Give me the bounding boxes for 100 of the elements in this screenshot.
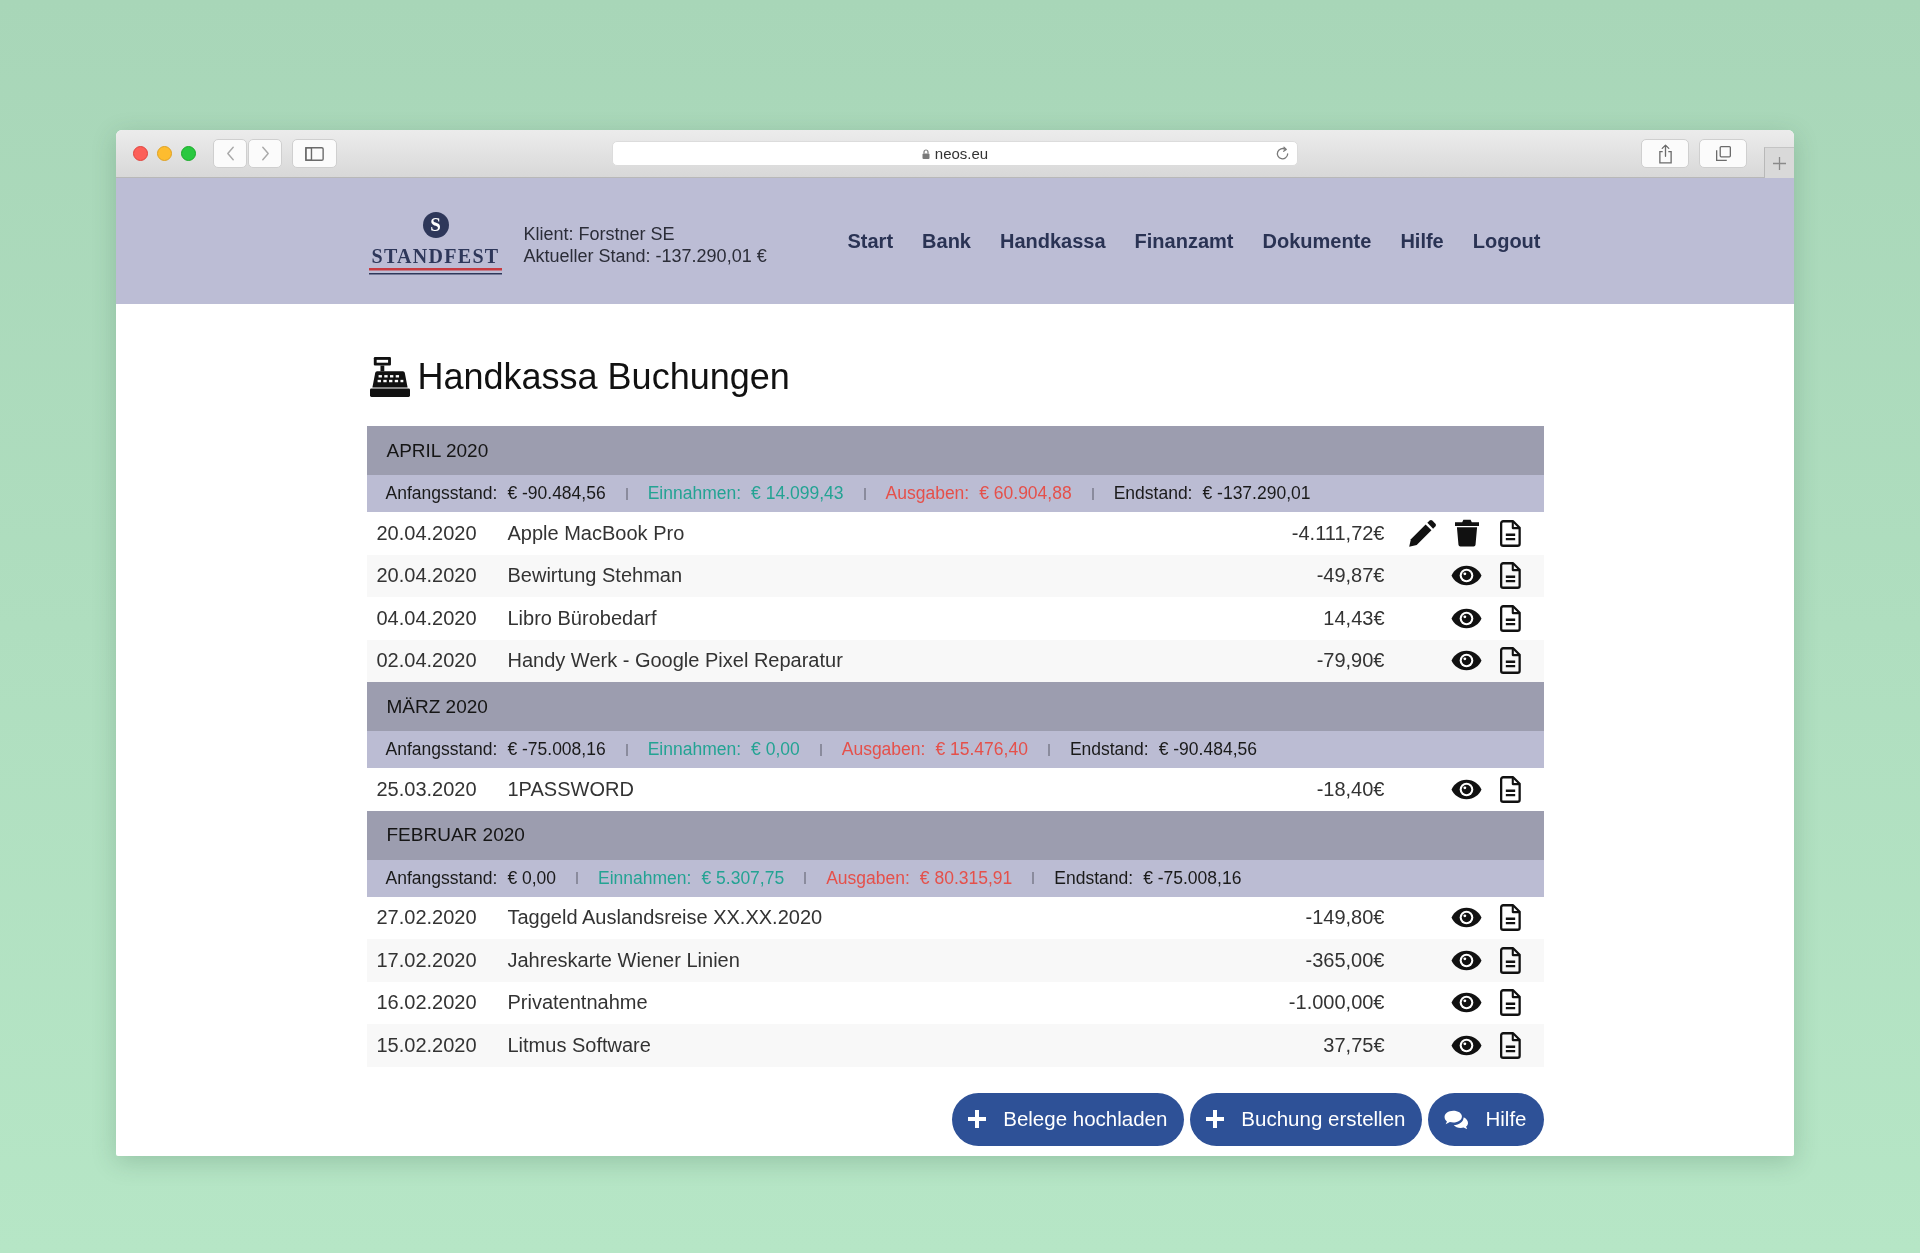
eye-icon[interactable] bbox=[1451, 992, 1482, 1014]
reload-icon[interactable] bbox=[1275, 146, 1290, 161]
nav-link[interactable]: Logout bbox=[1472, 229, 1541, 253]
address-bar[interactable]: neos.eu bbox=[612, 141, 1298, 166]
document-icon[interactable] bbox=[1500, 519, 1521, 547]
summary-value: € 60.904,88 bbox=[979, 483, 1072, 504]
summary-label: Einnahmen: bbox=[598, 867, 692, 889]
sidebar-icon bbox=[305, 146, 324, 161]
current-balance: Aktueller Stand: -137.290,01 € bbox=[523, 245, 767, 267]
nav-link[interactable]: Finanzamt bbox=[1134, 229, 1234, 253]
plus-icon bbox=[1773, 156, 1786, 170]
close-window-icon[interactable] bbox=[133, 146, 148, 161]
summary-label: Einnahmen: bbox=[647, 739, 742, 760]
booking-amount: -149,80€ bbox=[1305, 906, 1385, 930]
booking-amount: -18,40€ bbox=[1316, 777, 1385, 801]
document-icon[interactable] bbox=[1500, 904, 1521, 932]
summary-label: Anfangsstand: bbox=[385, 483, 498, 504]
document-icon[interactable] bbox=[1500, 647, 1521, 675]
summary-value: € 5.307,75 bbox=[701, 867, 785, 889]
nav-link[interactable]: Start bbox=[847, 229, 894, 253]
document-icon[interactable] bbox=[1500, 775, 1521, 803]
document-icon[interactable] bbox=[1500, 562, 1521, 590]
booking-description: Libro Bürobedarf bbox=[507, 606, 658, 630]
tabs-icon bbox=[1715, 146, 1731, 161]
logo-monogram: S bbox=[422, 211, 449, 238]
summary-value: € -137.290,01 bbox=[1202, 483, 1311, 504]
summary-label: Ausgaben: bbox=[841, 739, 926, 760]
eye-icon[interactable] bbox=[1451, 907, 1482, 929]
sidebar-button[interactable] bbox=[292, 139, 337, 168]
booking-date: 17.02.2020 bbox=[376, 948, 478, 972]
document-icon[interactable] bbox=[1500, 989, 1521, 1017]
summary-value: € -90.484,56 bbox=[1158, 739, 1257, 760]
eye-icon[interactable] bbox=[1451, 1034, 1482, 1056]
eye-icon[interactable] bbox=[1451, 565, 1482, 587]
tabs-button[interactable] bbox=[1699, 139, 1747, 168]
booking-amount: -79,90€ bbox=[1316, 649, 1385, 673]
booking-description: Jahreskarte Wiener Linien bbox=[507, 948, 741, 972]
upload-button[interactable]: Belege hochladen bbox=[952, 1092, 1185, 1146]
pencil-icon[interactable] bbox=[1408, 518, 1437, 548]
booking-description: 1PASSWORD bbox=[507, 777, 635, 801]
booking-date: 02.04.2020 bbox=[376, 649, 478, 673]
client-name: Klient: Forstner SE bbox=[523, 223, 676, 245]
booking-amount: 14,43€ bbox=[1323, 606, 1385, 630]
month-header: MÄRZ 2020 bbox=[366, 682, 1544, 731]
summary-value: € 0,00 bbox=[751, 739, 800, 760]
eye-icon[interactable] bbox=[1451, 650, 1482, 672]
booking-date: 04.04.2020 bbox=[376, 606, 478, 630]
chevron-right-icon bbox=[260, 146, 270, 161]
summary-value: € -75.008,16 bbox=[507, 739, 606, 760]
summary-value: € -90.484,56 bbox=[507, 483, 606, 504]
month-header: APRIL 2020 bbox=[366, 426, 1544, 475]
summary-label: Anfangsstand: bbox=[385, 867, 498, 889]
summary-value: € 80.315,91 bbox=[919, 867, 1013, 889]
page-title: Handkassa Buchungen bbox=[417, 355, 790, 398]
create-booking-button[interactable]: Buchung erstellen bbox=[1190, 1092, 1423, 1146]
chat-bubbles-icon bbox=[1444, 1109, 1469, 1129]
nav-link[interactable]: Dokumente bbox=[1262, 229, 1372, 253]
summary-value: € 14.099,43 bbox=[751, 483, 844, 504]
share-button[interactable] bbox=[1641, 139, 1689, 168]
trash-icon[interactable] bbox=[1454, 519, 1479, 548]
nav-link[interactable]: Bank bbox=[922, 229, 971, 253]
summary-value: € 15.476,40 bbox=[935, 739, 1028, 760]
month-header: FEBRUAR 2020 bbox=[366, 810, 1544, 860]
booking-description: Apple MacBook Pro bbox=[507, 521, 686, 545]
plus-icon bbox=[968, 1110, 987, 1128]
help-button[interactable]: Hilfe bbox=[1428, 1092, 1544, 1146]
booking-amount: -4.111,72€ bbox=[1291, 521, 1385, 545]
booking-description: Taggeld Auslandsreise XX.XX.2020 bbox=[507, 906, 824, 930]
booking-date: 27.02.2020 bbox=[376, 906, 478, 930]
booking-description: Privatentnahme bbox=[507, 991, 649, 1015]
booking-amount: -365,00€ bbox=[1305, 948, 1385, 972]
summary-value: € 0,00 bbox=[507, 867, 557, 889]
booking-date: 20.04.2020 bbox=[376, 521, 478, 545]
eye-icon[interactable] bbox=[1451, 949, 1482, 971]
url-text: neos.eu bbox=[934, 145, 989, 162]
booking-date: 20.04.2020 bbox=[376, 564, 478, 588]
chevron-left-icon bbox=[225, 146, 235, 161]
lock-icon bbox=[921, 148, 930, 159]
summary-label: Endstand: bbox=[1069, 739, 1149, 760]
summary-label: Ausgaben: bbox=[826, 867, 910, 889]
booking-date: 15.02.2020 bbox=[376, 1033, 478, 1057]
summary-label: Ausgaben: bbox=[885, 483, 970, 504]
booking-amount: 37,75€ bbox=[1323, 1033, 1385, 1057]
booking-description: Bewirtung Stehman bbox=[507, 564, 684, 588]
booking-date: 25.03.2020 bbox=[376, 777, 478, 801]
document-icon[interactable] bbox=[1500, 1031, 1521, 1059]
eye-icon[interactable] bbox=[1451, 778, 1482, 800]
nav-link[interactable]: Hilfe bbox=[1400, 229, 1444, 253]
booking-amount: -49,87€ bbox=[1316, 564, 1385, 588]
summary-label: Endstand: bbox=[1054, 867, 1134, 889]
share-icon bbox=[1657, 143, 1673, 164]
booking-date: 16.02.2020 bbox=[376, 991, 478, 1015]
booking-amount: -1.000,00€ bbox=[1288, 991, 1385, 1015]
eye-icon[interactable] bbox=[1451, 607, 1482, 629]
document-icon[interactable] bbox=[1500, 604, 1521, 632]
booking-description: Handy Werk - Google Pixel Reparatur bbox=[507, 649, 844, 673]
cash-register-icon bbox=[369, 356, 410, 397]
summary-label: Anfangsstand: bbox=[385, 739, 498, 760]
document-icon[interactable] bbox=[1500, 946, 1521, 974]
nav-link[interactable]: Handkassa bbox=[999, 229, 1106, 253]
